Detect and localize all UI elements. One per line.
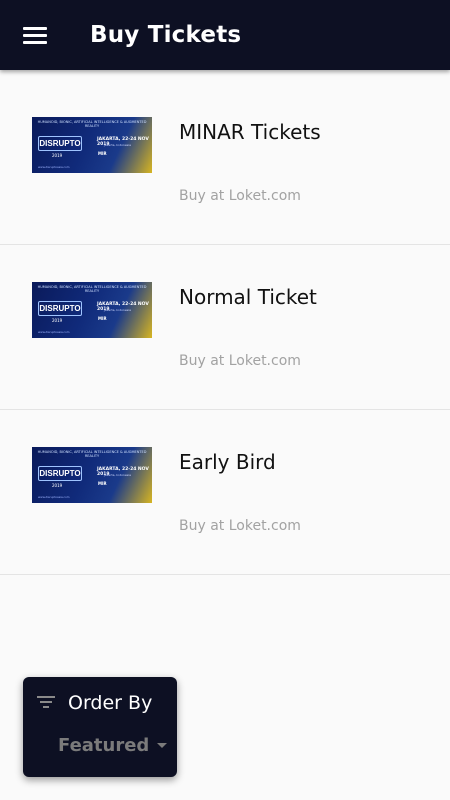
ticket-name: Normal Ticket bbox=[179, 285, 317, 309]
order-by-value: Featured bbox=[58, 734, 150, 756]
page-title: Buy Tickets bbox=[90, 22, 242, 48]
order-by-panel[interactable]: Order By Featured bbox=[23, 677, 177, 777]
app-bar: Buy Tickets bbox=[0, 0, 450, 70]
ticket-item-minar[interactable]: HUMANOID, BIONIC, ARTIFICIAL INTELLIGENC… bbox=[0, 80, 450, 245]
event-banner-image: HUMANOID, BIONIC, ARTIFICIAL INTELLIGENC… bbox=[32, 117, 152, 173]
menu-icon[interactable] bbox=[23, 25, 47, 45]
ticket-source: Buy at Loket.com bbox=[179, 518, 301, 534]
event-banner-image: HUMANOID, BIONIC, ARTIFICIAL INTELLIGENC… bbox=[32, 282, 152, 338]
ticket-source: Buy at Loket.com bbox=[179, 353, 301, 369]
ticket-name: Early Bird bbox=[179, 450, 276, 474]
ticket-source: Buy at Loket.com bbox=[179, 188, 301, 204]
ticket-item-normal[interactable]: HUMANOID, BIONIC, ARTIFICIAL INTELLIGENC… bbox=[0, 245, 450, 410]
order-by-select[interactable]: Featured bbox=[58, 732, 168, 758]
filter-icon bbox=[37, 695, 55, 709]
order-by-label: Order By bbox=[68, 692, 153, 714]
ticket-name: MINAR Tickets bbox=[179, 120, 321, 144]
dropdown-arrow-icon bbox=[157, 742, 168, 748]
ticket-item-early-bird[interactable]: HUMANOID, BIONIC, ARTIFICIAL INTELLIGENC… bbox=[0, 410, 450, 575]
event-banner-image: HUMANOID, BIONIC, ARTIFICIAL INTELLIGENC… bbox=[32, 447, 152, 503]
ticket-list: HUMANOID, BIONIC, ARTIFICIAL INTELLIGENC… bbox=[0, 80, 450, 575]
